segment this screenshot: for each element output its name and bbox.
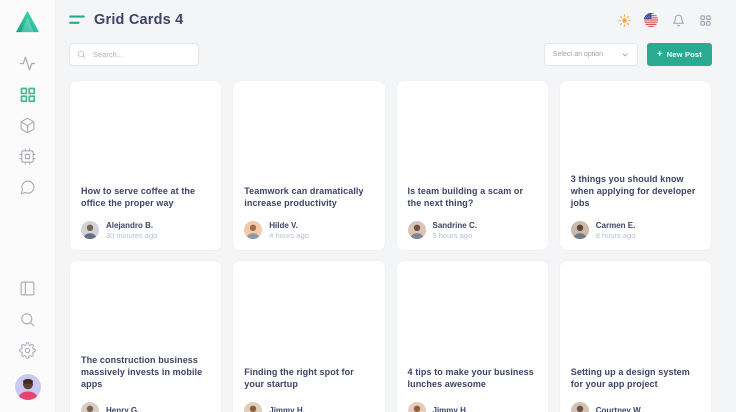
author-name: Henry G. xyxy=(106,406,139,412)
post-card[interactable]: Setting up a design system for your app … xyxy=(559,260,712,412)
grid-icon[interactable] xyxy=(13,79,43,110)
search-input[interactable] xyxy=(91,49,191,60)
sidebar-bottom xyxy=(13,273,43,400)
post-image-placeholder xyxy=(571,261,700,367)
author-avatar xyxy=(244,221,262,239)
select-value: Select an option xyxy=(553,51,603,58)
user-avatar[interactable] xyxy=(15,374,41,400)
layout-icon[interactable] xyxy=(13,273,43,304)
hamburger-icon[interactable] xyxy=(69,14,85,26)
chevron-down-icon xyxy=(621,51,629,59)
new-post-button[interactable]: + New Post xyxy=(647,43,712,66)
settings-icon[interactable] xyxy=(13,335,43,366)
search-box[interactable] xyxy=(69,43,199,66)
toolbar-right: Select an option + New Post xyxy=(544,43,712,66)
post-image-placeholder xyxy=(81,81,210,186)
post-author-row: Henry G. xyxy=(81,402,210,412)
post-author-row: Carmen E. 8 hours ago xyxy=(571,221,700,241)
page-title: Grid Cards 4 xyxy=(94,12,183,28)
plus-icon: + xyxy=(657,50,663,60)
post-title[interactable]: Teamwork can dramatically increase produ… xyxy=(244,186,373,210)
filter-select[interactable]: Select an option xyxy=(544,43,638,66)
app-window: Grid Cards 4 xyxy=(0,0,736,412)
sidebar xyxy=(0,0,56,412)
post-card[interactable]: Is team building a scam or the next thin… xyxy=(396,80,549,251)
post-author-row: Sandrine C. 5 hours ago xyxy=(408,221,537,241)
post-title[interactable]: Setting up a design system for your app … xyxy=(571,367,700,391)
post-title[interactable]: 4 tips to make your business lunches awe… xyxy=(408,367,537,391)
author-avatar xyxy=(408,221,426,239)
triangle-logo[interactable] xyxy=(14,9,41,34)
post-card[interactable]: Teamwork can dramatically increase produ… xyxy=(232,80,385,251)
post-author-row: Courtney W. xyxy=(571,402,700,412)
search-icon xyxy=(77,50,86,59)
cards-grid: How to serve coffee at the office the pr… xyxy=(69,80,712,412)
search-icon[interactable] xyxy=(13,304,43,335)
post-timestamp: 5 hours ago xyxy=(433,231,477,240)
post-card[interactable]: Finding the right spot for your startup … xyxy=(232,260,385,412)
author-avatar xyxy=(408,402,426,412)
chat-icon[interactable] xyxy=(13,172,43,203)
activity-icon[interactable] xyxy=(13,48,43,79)
post-timestamp: 30 minutes ago xyxy=(106,231,157,240)
post-author-row: Hilde V. 4 hours ago xyxy=(244,221,373,241)
post-title[interactable]: Finding the right spot for your startup xyxy=(244,367,373,391)
bell-icon[interactable] xyxy=(671,13,685,27)
author-name: Jimmy H. xyxy=(269,406,305,412)
author-avatar xyxy=(244,402,262,412)
post-timestamp: 8 hours ago xyxy=(596,231,636,240)
post-title[interactable]: Is team building a scam or the next thin… xyxy=(408,186,537,210)
post-timestamp: 4 hours ago xyxy=(269,231,309,240)
post-author-row: Jimmy H. xyxy=(244,402,373,412)
post-title[interactable]: The construction business massively inve… xyxy=(81,355,210,391)
author-name: Courtney W. xyxy=(596,406,643,412)
post-image-placeholder xyxy=(571,81,700,174)
header-icons xyxy=(617,13,712,27)
author-avatar xyxy=(81,402,99,412)
toolbar: Select an option + New Post xyxy=(69,43,712,66)
post-card[interactable]: 4 tips to make your business lunches awe… xyxy=(396,260,549,412)
cpu-icon[interactable] xyxy=(13,141,43,172)
post-card[interactable]: 3 things you should know when applying f… xyxy=(559,80,712,251)
author-name: Sandrine C. xyxy=(433,221,477,230)
apps-grid-icon[interactable] xyxy=(698,13,712,27)
post-author-row: Jimmy H. xyxy=(408,402,537,412)
post-image-placeholder xyxy=(408,261,537,367)
post-title[interactable]: 3 things you should know when applying f… xyxy=(571,174,700,210)
author-avatar xyxy=(81,221,99,239)
post-card[interactable]: The construction business massively inve… xyxy=(69,260,222,412)
box-icon[interactable] xyxy=(13,110,43,141)
author-avatar xyxy=(571,402,589,412)
author-name: Hilde V. xyxy=(269,221,309,230)
author-name: Carmen E. xyxy=(596,221,636,230)
author-name: Jimmy H. xyxy=(433,406,469,412)
post-image-placeholder xyxy=(408,81,537,186)
sidebar-nav xyxy=(13,48,43,203)
post-title[interactable]: How to serve coffee at the office the pr… xyxy=(81,186,210,210)
main-area: Grid Cards 4 xyxy=(56,0,736,412)
us-flag-icon[interactable] xyxy=(644,13,658,27)
post-image-placeholder xyxy=(244,81,373,186)
header: Grid Cards 4 xyxy=(56,0,736,30)
post-card[interactable]: How to serve coffee at the office the pr… xyxy=(69,80,222,251)
author-avatar xyxy=(571,221,589,239)
author-name: Alejandro B. xyxy=(106,221,157,230)
post-image-placeholder xyxy=(81,261,210,355)
sun-icon[interactable] xyxy=(617,13,631,27)
post-image-placeholder xyxy=(244,261,373,367)
post-author-row: Alejandro B. 30 minutes ago xyxy=(81,221,210,241)
